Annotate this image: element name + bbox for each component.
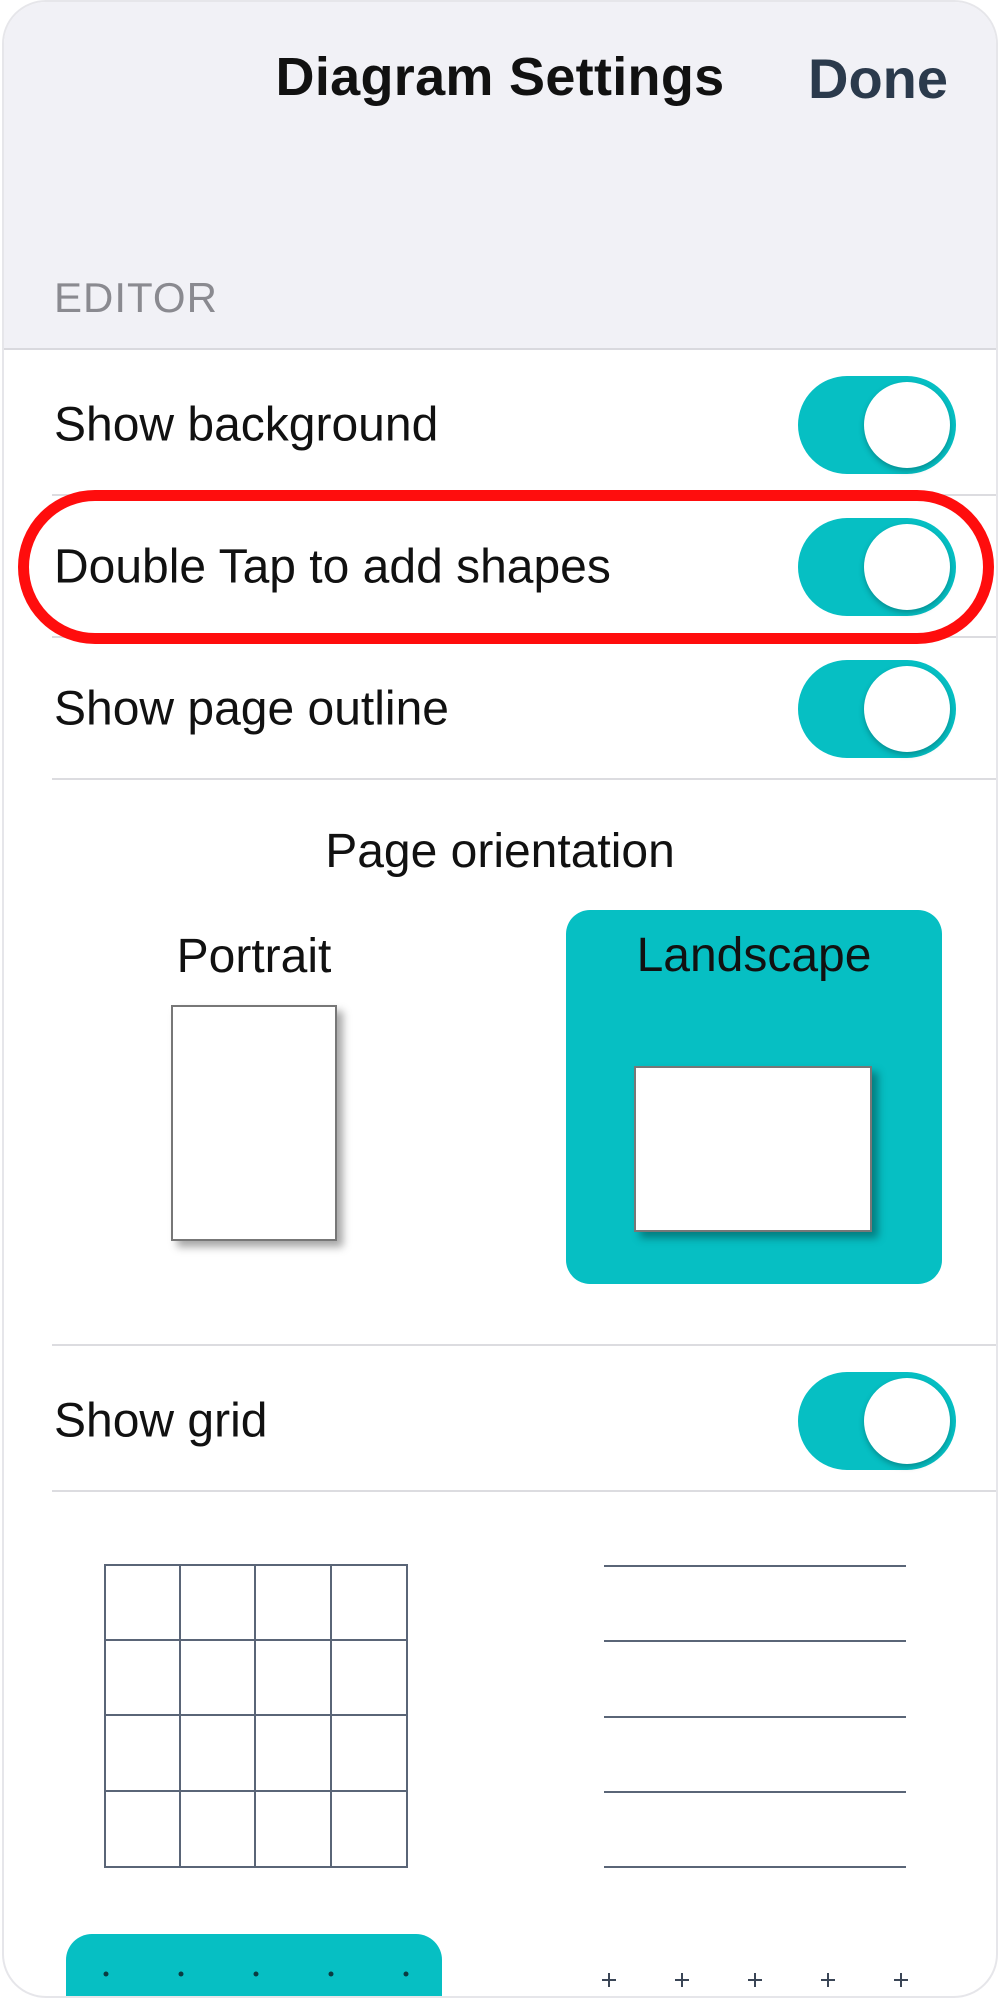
portrait-page-icon [171,1005,337,1241]
show-background-toggle[interactable] [798,376,956,474]
toggle-knob [864,524,950,610]
lines-grid-icon [604,1565,906,1868]
show-background-label: Show background [54,398,439,452]
section-label-editor: EDITOR [54,274,218,321]
toggle-knob [864,1378,950,1464]
row-show-page-outline: Show page outline [4,638,996,780]
grid-style-lines[interactable] [602,1562,908,1872]
grid-style-squares[interactable] [104,1564,408,1868]
show-grid-label: Show grid [54,1394,268,1448]
dots-grid-icon [103,1971,409,1977]
portrait-option[interactable]: Portrait [124,907,384,1287]
double-tap-toggle[interactable] [798,518,956,616]
landscape-label: Landscape [636,929,872,982]
row-show-background: Show background [4,354,996,496]
landscape-option[interactable]: Landscape [566,910,942,1284]
landscape-page-icon [634,1066,872,1232]
row-separator [52,1490,996,1492]
square-grid-icon [104,1564,408,1868]
done-button[interactable]: Done [808,46,948,111]
show-page-outline-label: Show page outline [54,682,449,736]
portrait-label: Portrait [176,930,332,983]
row-double-tap: Double Tap to add shapes [4,496,996,638]
grid-style-crosses[interactable] [602,1960,912,1996]
grid-style-dots[interactable] [66,1934,442,1996]
toggle-knob [864,666,950,752]
cross-grid-icon [602,1973,908,1987]
show-grid-toggle[interactable] [798,1372,956,1470]
nav-header: Diagram Settings Done EDITOR [4,2,996,350]
settings-screen: Diagram Settings Done EDITOR Show backgr… [2,0,998,1998]
orientation-title: Page orientation [325,825,675,878]
toggle-knob [864,382,950,468]
row-show-grid: Show grid [4,1350,996,1492]
show-page-outline-toggle[interactable] [798,660,956,758]
double-tap-label: Double Tap to add shapes [54,540,611,594]
row-separator [52,778,996,780]
section-divider [52,1344,996,1346]
